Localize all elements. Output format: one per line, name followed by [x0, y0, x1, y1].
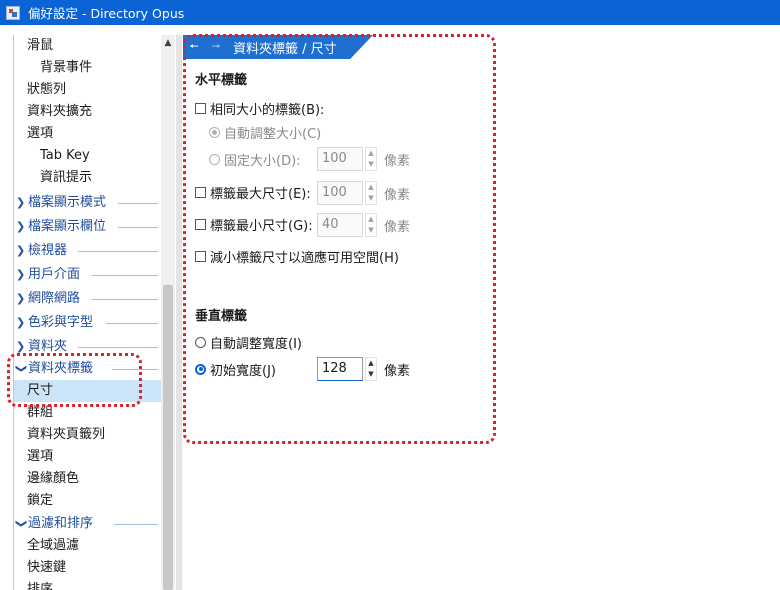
sidebar-item-tab-options[interactable]: 選項 — [14, 446, 162, 468]
tree-separator-line — [92, 299, 158, 300]
tree-separator-line — [114, 524, 158, 525]
sidebar-group-viewer[interactable]: ❯ 檢視器 — [14, 240, 162, 262]
sidebar-group-filter-sort[interactable]: ❯ 過濾和排序 — [14, 513, 162, 535]
chevron-right-icon: ❯ — [16, 244, 26, 257]
sidebar-group-label: 網際網路 — [28, 291, 81, 306]
pane-splitter[interactable] — [176, 35, 182, 590]
chevron-down-icon: ❯ — [15, 519, 28, 529]
tree-separator-line — [78, 347, 158, 348]
chevron-right-icon: ❯ — [16, 268, 26, 281]
sidebar-item-tab-key[interactable]: Tab Key — [14, 145, 162, 167]
sidebar-group-internet[interactable]: ❯ 網際網路 — [14, 288, 162, 310]
tree-separator-line — [118, 227, 158, 228]
sidebar-group-label: 色彩與字型 — [28, 315, 94, 330]
sidebar-item-sorting[interactable]: 排序 — [14, 579, 162, 590]
sidebar-item-locking[interactable]: 鎖定 — [14, 490, 162, 512]
window-title: 偏好設定 - Directory Opus — [28, 6, 185, 21]
app-icon — [6, 5, 20, 20]
sidebar-item-folder-extensions[interactable]: 資料夾擴充 — [14, 101, 162, 123]
sidebar-tree: 滑鼠 背景事件 狀態列 資料夾擴充 選項 Tab Key 資訊提示 ❯ 檔案顯示… — [13, 35, 175, 590]
sidebar-group-colors-fonts[interactable]: ❯ 色彩與字型 — [14, 312, 162, 334]
sidebar-group-label: 檢視器 — [28, 243, 68, 258]
chevron-right-icon: ❯ — [16, 316, 26, 329]
highlight-annotation-sidebar — [7, 353, 142, 407]
scroll-up-icon[interactable]: ▲ — [161, 35, 175, 51]
tree-separator-line — [92, 275, 158, 276]
chevron-right-icon: ❯ — [16, 196, 26, 209]
sidebar-item-status-bar[interactable]: 狀態列 — [14, 79, 162, 101]
sidebar-item-infotips[interactable]: 資訊提示 — [14, 167, 162, 189]
title-bar: 偏好設定 - Directory Opus — [0, 0, 780, 25]
tree-separator-line — [106, 323, 158, 324]
sidebar-group-label: 用戶介面 — [28, 267, 81, 282]
scroll-thumb[interactable] — [163, 285, 173, 590]
sidebar-group-label: 過濾和排序 — [28, 516, 94, 531]
sidebar-group-label: 檔案顯示模式 — [28, 195, 107, 210]
sidebar-item-folder-tab-bar[interactable]: 資料夾頁籤列 — [14, 424, 162, 446]
sidebar-group-user-interface[interactable]: ❯ 用戶介面 — [14, 264, 162, 286]
sidebar-item-global-filters[interactable]: 全域過濾 — [14, 535, 162, 557]
tree-separator-line — [118, 203, 158, 204]
chevron-right-icon: ❯ — [16, 220, 26, 233]
sidebar-group-label: 資料夾 — [28, 339, 68, 354]
sidebar-item-background-events[interactable]: 背景事件 — [14, 57, 162, 79]
chevron-right-icon: ❯ — [16, 292, 26, 305]
sidebar-item-quick-keys[interactable]: 快速鍵 — [14, 557, 162, 579]
highlight-annotation-panel — [183, 34, 496, 444]
tree-separator-line — [78, 251, 158, 252]
sidebar-group-label: 檔案顯示欄位 — [28, 219, 107, 234]
sidebar-item-mouse[interactable]: 滑鼠 — [14, 35, 162, 57]
sidebar-scrollbar[interactable]: ▲ — [161, 35, 175, 590]
sidebar-item-edge-colors[interactable]: 邊緣顏色 — [14, 468, 162, 490]
sidebar-item-options[interactable]: 選項 — [14, 123, 162, 145]
sidebar-group-file-display-modes[interactable]: ❯ 檔案顯示模式 — [14, 192, 162, 214]
sidebar-group-file-display-columns[interactable]: ❯ 檔案顯示欄位 — [14, 216, 162, 238]
